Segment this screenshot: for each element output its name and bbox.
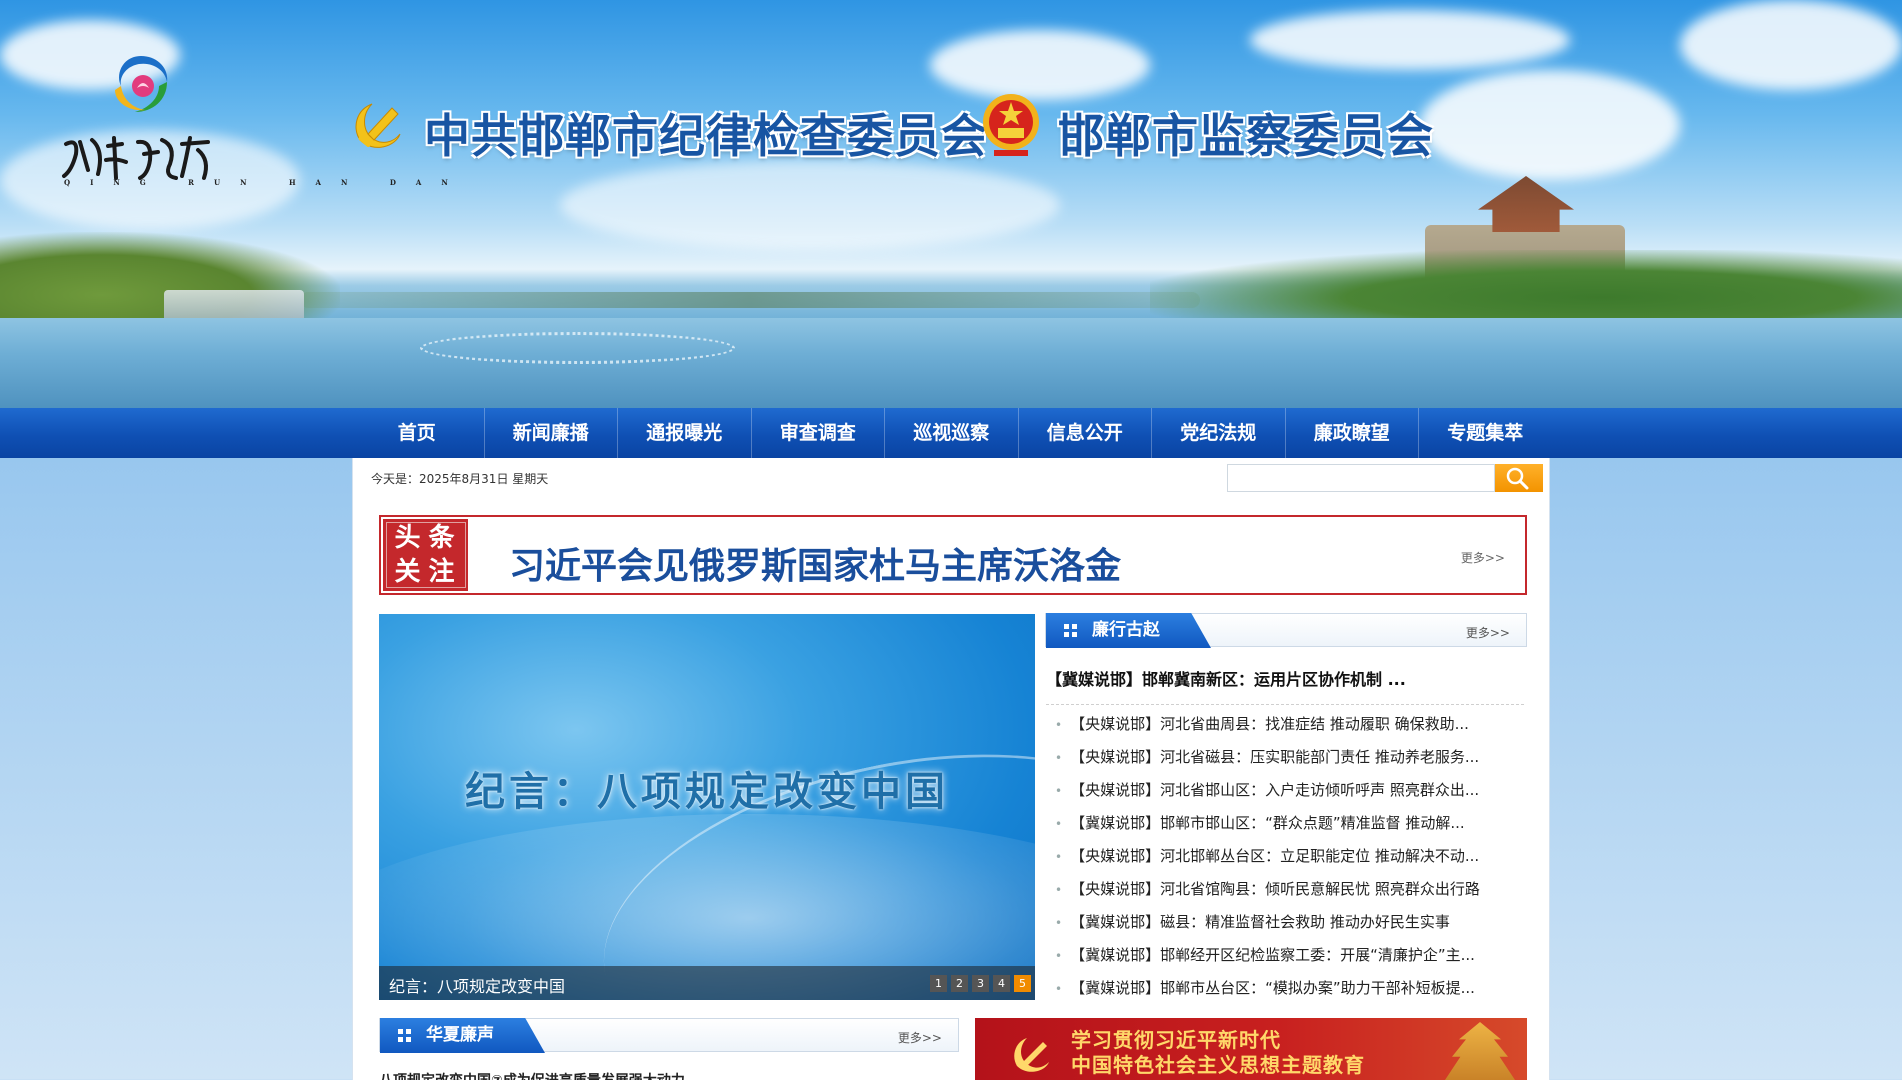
nav-item-regulations[interactable]: 党纪法规 [1151,408,1285,458]
lake [0,318,1902,408]
tiananmen-graphic [1445,1022,1515,1080]
promo-line-1: 学习贯彻习近平新时代 [1071,1028,1281,1052]
far-shore [300,292,1200,308]
headline-title[interactable]: 习近平会见俄罗斯国家杜马主席沃洛金 [509,537,1121,589]
list-item[interactable]: 【央媒说邯】河北省邯山区：入户走访倾听呼声 照亮群众出... [1055,774,1527,807]
slide-pager: 1 2 3 4 5 [930,975,1031,992]
grid-icon [1064,624,1077,637]
nav-items: 首页 新闻廉播 通报曝光 审查调查 巡视巡察 信息公开 党纪法规 廉政瞭望 专题… [350,408,1552,458]
cloud [1420,70,1680,180]
featured-news-item[interactable]: 【冀媒说邯】邯郸冀南新区：运用片区协作机制 ... [1046,666,1524,705]
slide-page-2[interactable]: 2 [951,975,968,992]
grid-icon [398,1029,411,1042]
main-nav: 首页 新闻廉播 通报曝光 审查调查 巡视巡察 信息公开 党纪法规 廉政瞭望 专题… [0,408,1902,458]
section-huaxia-header: 华夏廉声 更多>> [379,1018,959,1053]
slide-image-text: 纪言：八项规定改变中国 [465,769,949,815]
slideshow[interactable]: 纪言：八项规定改变中国 纪言：八项规定改变中国 1 2 3 4 5 [379,614,1035,1000]
nav-item-news[interactable]: 新闻廉播 [483,408,618,458]
fountain-ring [420,332,735,364]
section-lianxing-title: 廉行古赵 [1092,620,1160,640]
nav-item-inspection[interactable]: 巡视巡察 [884,408,1018,458]
promo-text: 学习贯彻习近平新时代 中国特色社会主义思想主题教育 [1071,1028,1365,1078]
cloud [1680,0,1902,90]
party-emblem-icon [1014,1038,1049,1072]
cloud [930,30,1150,100]
search-button[interactable] [1495,464,1543,492]
list-item[interactable]: 【央媒说邯】河北邯郸丛台区：立足职能定位 推动解决不动... [1055,840,1527,873]
tower-roof [1478,176,1574,232]
cloud [560,160,1060,250]
headline-box: 头条 关注 习近平会见俄罗斯国家杜马主席沃洛金 更多>> [379,515,1527,595]
list-item[interactable]: 【冀媒说邯】邯郸经开区纪检监察工委：开展“清廉护企”主... [1055,939,1527,972]
huaxia-first-item[interactable]: 八项规定改变中国⑦成为促进高质量发展强大动力 [379,1070,685,1080]
date-text: 今天是：2025年8月31日 星期天 [371,472,549,486]
section-huaxia-title: 华夏廉声 [426,1025,494,1045]
list-item[interactable]: 【冀媒说邯】磁县：精准监督社会救助 推动办好民生实事 [1055,906,1527,939]
slide-caption-bar: 纪言：八项规定改变中国 1 2 3 4 5 [379,966,1035,1000]
nav-item-topics[interactable]: 专题集萃 [1418,408,1552,458]
section-huaxia-tab[interactable]: 华夏廉声 [380,1018,545,1053]
list-item[interactable]: 【央媒说邯】河北省曲周县：找准症结 推动履职 确保救助... [1055,708,1527,741]
headline-more-link[interactable]: 更多>> [1461,549,1505,566]
main-content: 今天是：2025年8月31日 星期天 头条 关注 习近平会见俄罗斯国家杜马主席沃洛… [352,458,1550,1080]
promo-line-2: 中国特色社会主义思想主题教育 [1071,1053,1365,1077]
slide-page-5[interactable]: 5 [1014,975,1031,992]
theme-education-banner[interactable]: 学习贯彻习近平新时代 中国特色社会主义思想主题教育 [975,1018,1527,1080]
national-emblem-icon [983,94,1039,156]
slide-page-1[interactable]: 1 [930,975,947,992]
news-list: 【央媒说邯】河北省曲周县：找准症结 推动履职 确保救助... 【央媒说邯】河北省… [1055,708,1527,1005]
slide-caption[interactable]: 纪言：八项规定改变中国 [389,973,565,997]
slide-page-3[interactable]: 3 [972,975,989,992]
nav-item-investigation[interactable]: 审查调查 [750,408,885,458]
cloud [1250,10,1570,70]
nav-item-disclosure[interactable]: 信息公开 [1017,408,1152,458]
section-lianxing-header: 廉行古赵 更多>> [1045,613,1527,648]
section-lianxing-more-link[interactable]: 更多>> [1466,624,1510,641]
logo-subtitle: QING RUN HAN DAN [64,178,468,187]
search-icon [1506,467,1529,490]
slide-page-4[interactable]: 4 [993,975,1010,992]
list-item[interactable]: 【央媒说邯】河北省馆陶县：倾听民意解民忧 照亮群众出行路 [1055,873,1527,906]
nav-item-home[interactable]: 首页 [350,408,484,458]
title-discipline-commission: 中共邯郸市纪律检查委员会 [424,109,988,163]
section-huaxia-more-link[interactable]: 更多>> [898,1029,942,1046]
list-item[interactable]: 【冀媒说邯】邯郸市丛台区：“模拟办案”助力干部补短板提... [1055,972,1527,1005]
nav-item-outlook[interactable]: 廉政瞭望 [1284,408,1419,458]
search-input[interactable] [1227,464,1495,492]
title-supervision-commission: 邯郸市监察委员会 [1058,109,1434,163]
logo-icon[interactable] [105,50,177,120]
party-emblem-icon [355,103,401,148]
list-item[interactable]: 【央媒说邯】河北省磁县：压实职能部门责任 推动养老服务... [1055,741,1527,774]
headline-badge: 头条 关注 [383,519,469,591]
nav-item-exposure[interactable]: 通报曝光 [617,408,751,458]
list-item[interactable]: 【冀媒说邯】邯郸市邯山区：“群众点题”精准监督 推动解... [1055,807,1527,840]
site-banner: QING RUN HAN DAN 中共邯郸市纪律检查委员会 邯郸市监察委员会 [0,0,1902,408]
section-lianxing-tab[interactable]: 廉行古赵 [1046,613,1211,648]
